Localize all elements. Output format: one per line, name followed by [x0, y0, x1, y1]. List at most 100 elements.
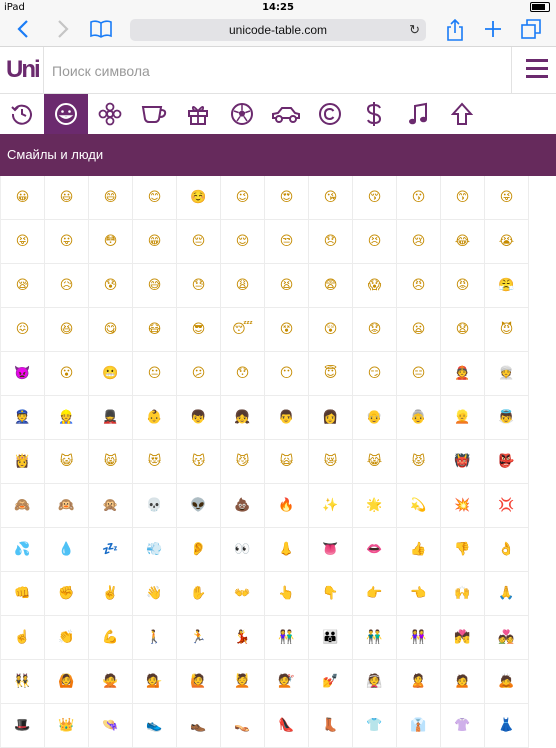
- emoji-cell[interactable]: 😻: [133, 440, 177, 484]
- emoji-cell[interactable]: 😙: [441, 176, 485, 220]
- emoji-cell[interactable]: 😩: [221, 264, 265, 308]
- emoji-cell[interactable]: 😵: [265, 308, 309, 352]
- emoji-cell[interactable]: 😞: [309, 220, 353, 264]
- emoji-cell[interactable]: 👍: [397, 528, 441, 572]
- search-input[interactable]: [44, 47, 519, 95]
- share-button[interactable]: [442, 18, 468, 43]
- emoji-cell[interactable]: 😇: [309, 352, 353, 396]
- emoji-cell[interactable]: 😑: [397, 352, 441, 396]
- emoji-cell[interactable]: 😐: [133, 352, 177, 396]
- emoji-cell[interactable]: 🚶: [133, 616, 177, 660]
- emoji-cell[interactable]: 👯: [1, 660, 45, 704]
- emoji-cell[interactable]: 👕: [353, 704, 397, 748]
- emoji-cell[interactable]: 😼: [221, 440, 265, 484]
- emoji-cell[interactable]: 👳: [485, 352, 529, 396]
- emoji-cell[interactable]: 😊: [133, 176, 177, 220]
- tab-celebration[interactable]: [176, 94, 220, 134]
- emoji-cell[interactable]: 👑: [45, 704, 89, 748]
- tab-nature[interactable]: [88, 94, 132, 134]
- emoji-cell[interactable]: 😡: [441, 264, 485, 308]
- emoji-cell[interactable]: 👮: [1, 396, 45, 440]
- tab-arrows[interactable]: [440, 94, 484, 134]
- emoji-cell[interactable]: 👞: [177, 704, 221, 748]
- emoji-cell[interactable]: 😓: [177, 264, 221, 308]
- emoji-cell[interactable]: 😋: [89, 308, 133, 352]
- emoji-cell[interactable]: 👋: [133, 572, 177, 616]
- emoji-cell[interactable]: 💏: [441, 616, 485, 660]
- emoji-cell[interactable]: 😃: [45, 176, 89, 220]
- emoji-cell[interactable]: 😲: [309, 308, 353, 352]
- site-logo[interactable]: Uni: [6, 55, 41, 85]
- emoji-cell[interactable]: ✌️: [89, 572, 133, 616]
- emoji-cell[interactable]: 👡: [221, 704, 265, 748]
- emoji-cell[interactable]: 👊: [1, 572, 45, 616]
- emoji-cell[interactable]: 🙎: [397, 660, 441, 704]
- emoji-cell[interactable]: 👭: [397, 616, 441, 660]
- emoji-cell[interactable]: 💨: [133, 528, 177, 572]
- emoji-cell[interactable]: 🙍: [441, 660, 485, 704]
- emoji-cell[interactable]: 👴: [353, 396, 397, 440]
- emoji-cell[interactable]: 😥: [45, 264, 89, 308]
- emoji-cell[interactable]: 🙉: [45, 484, 89, 528]
- emoji-cell[interactable]: 💑: [485, 616, 529, 660]
- emoji-cell[interactable]: 👎: [441, 528, 485, 572]
- emoji-cell[interactable]: 😎: [177, 308, 221, 352]
- bookmarks-button[interactable]: [88, 19, 114, 43]
- emoji-cell[interactable]: 👚: [441, 704, 485, 748]
- emoji-cell[interactable]: 👀: [221, 528, 265, 572]
- emoji-cell[interactable]: 👰: [353, 660, 397, 704]
- emoji-cell[interactable]: 😬: [89, 352, 133, 396]
- emoji-cell[interactable]: 😾: [397, 440, 441, 484]
- emoji-cell[interactable]: 💤: [89, 528, 133, 572]
- emoji-cell[interactable]: 💂: [89, 396, 133, 440]
- emoji-cell[interactable]: 🙇: [485, 660, 529, 704]
- emoji-cell[interactable]: 💅: [309, 660, 353, 704]
- emoji-cell[interactable]: 😤: [485, 264, 529, 308]
- emoji-cell[interactable]: 🔥: [265, 484, 309, 528]
- emoji-cell[interactable]: 😉: [221, 176, 265, 220]
- emoji-cell[interactable]: 😄: [89, 176, 133, 220]
- emoji-cell[interactable]: 👒: [89, 704, 133, 748]
- emoji-cell[interactable]: 😹: [353, 440, 397, 484]
- tab-smileys[interactable]: [44, 94, 88, 134]
- emoji-cell[interactable]: 👃: [265, 528, 309, 572]
- emoji-cell[interactable]: 😦: [397, 308, 441, 352]
- emoji-cell[interactable]: 😱: [353, 264, 397, 308]
- emoji-cell[interactable]: 💪: [89, 616, 133, 660]
- emoji-cell[interactable]: 💧: [45, 528, 89, 572]
- emoji-cell[interactable]: 👵: [397, 396, 441, 440]
- emoji-cell[interactable]: 😶: [265, 352, 309, 396]
- emoji-cell[interactable]: 😴: [221, 308, 265, 352]
- emoji-cell[interactable]: ✨: [309, 484, 353, 528]
- emoji-cell[interactable]: 😜: [485, 176, 529, 220]
- emoji-cell[interactable]: 👸: [1, 440, 45, 484]
- emoji-cell[interactable]: 😆: [45, 308, 89, 352]
- emoji-cell[interactable]: 👺: [485, 440, 529, 484]
- back-button[interactable]: [10, 19, 36, 43]
- emoji-cell[interactable]: 🙀: [265, 440, 309, 484]
- emoji-cell[interactable]: 👧: [221, 396, 265, 440]
- emoji-cell[interactable]: ☺️: [177, 176, 221, 220]
- emoji-cell[interactable]: 😏: [353, 352, 397, 396]
- emoji-cell[interactable]: ☝️: [1, 616, 45, 660]
- emoji-cell[interactable]: 👏: [45, 616, 89, 660]
- emoji-cell[interactable]: 👄: [353, 528, 397, 572]
- reload-icon[interactable]: ↻: [409, 19, 420, 41]
- emoji-cell[interactable]: 😽: [177, 440, 221, 484]
- emoji-cell[interactable]: 🙅: [89, 660, 133, 704]
- emoji-cell[interactable]: 💫: [397, 484, 441, 528]
- emoji-cell[interactable]: 👫: [265, 616, 309, 660]
- emoji-cell[interactable]: 😁: [133, 220, 177, 264]
- emoji-cell[interactable]: 👿: [1, 352, 45, 396]
- emoji-cell[interactable]: 🙊: [89, 484, 133, 528]
- emoji-cell[interactable]: 😍: [265, 176, 309, 220]
- tab-travel[interactable]: [264, 94, 308, 134]
- emoji-cell[interactable]: 💩: [221, 484, 265, 528]
- emoji-cell[interactable]: 👼: [485, 396, 529, 440]
- emoji-cell[interactable]: 👂: [177, 528, 221, 572]
- emoji-cell[interactable]: 🌟: [353, 484, 397, 528]
- emoji-cell[interactable]: 😌: [221, 220, 265, 264]
- emoji-cell[interactable]: 😨: [309, 264, 353, 308]
- emoji-cell[interactable]: 🙌: [441, 572, 485, 616]
- emoji-cell[interactable]: 👹: [441, 440, 485, 484]
